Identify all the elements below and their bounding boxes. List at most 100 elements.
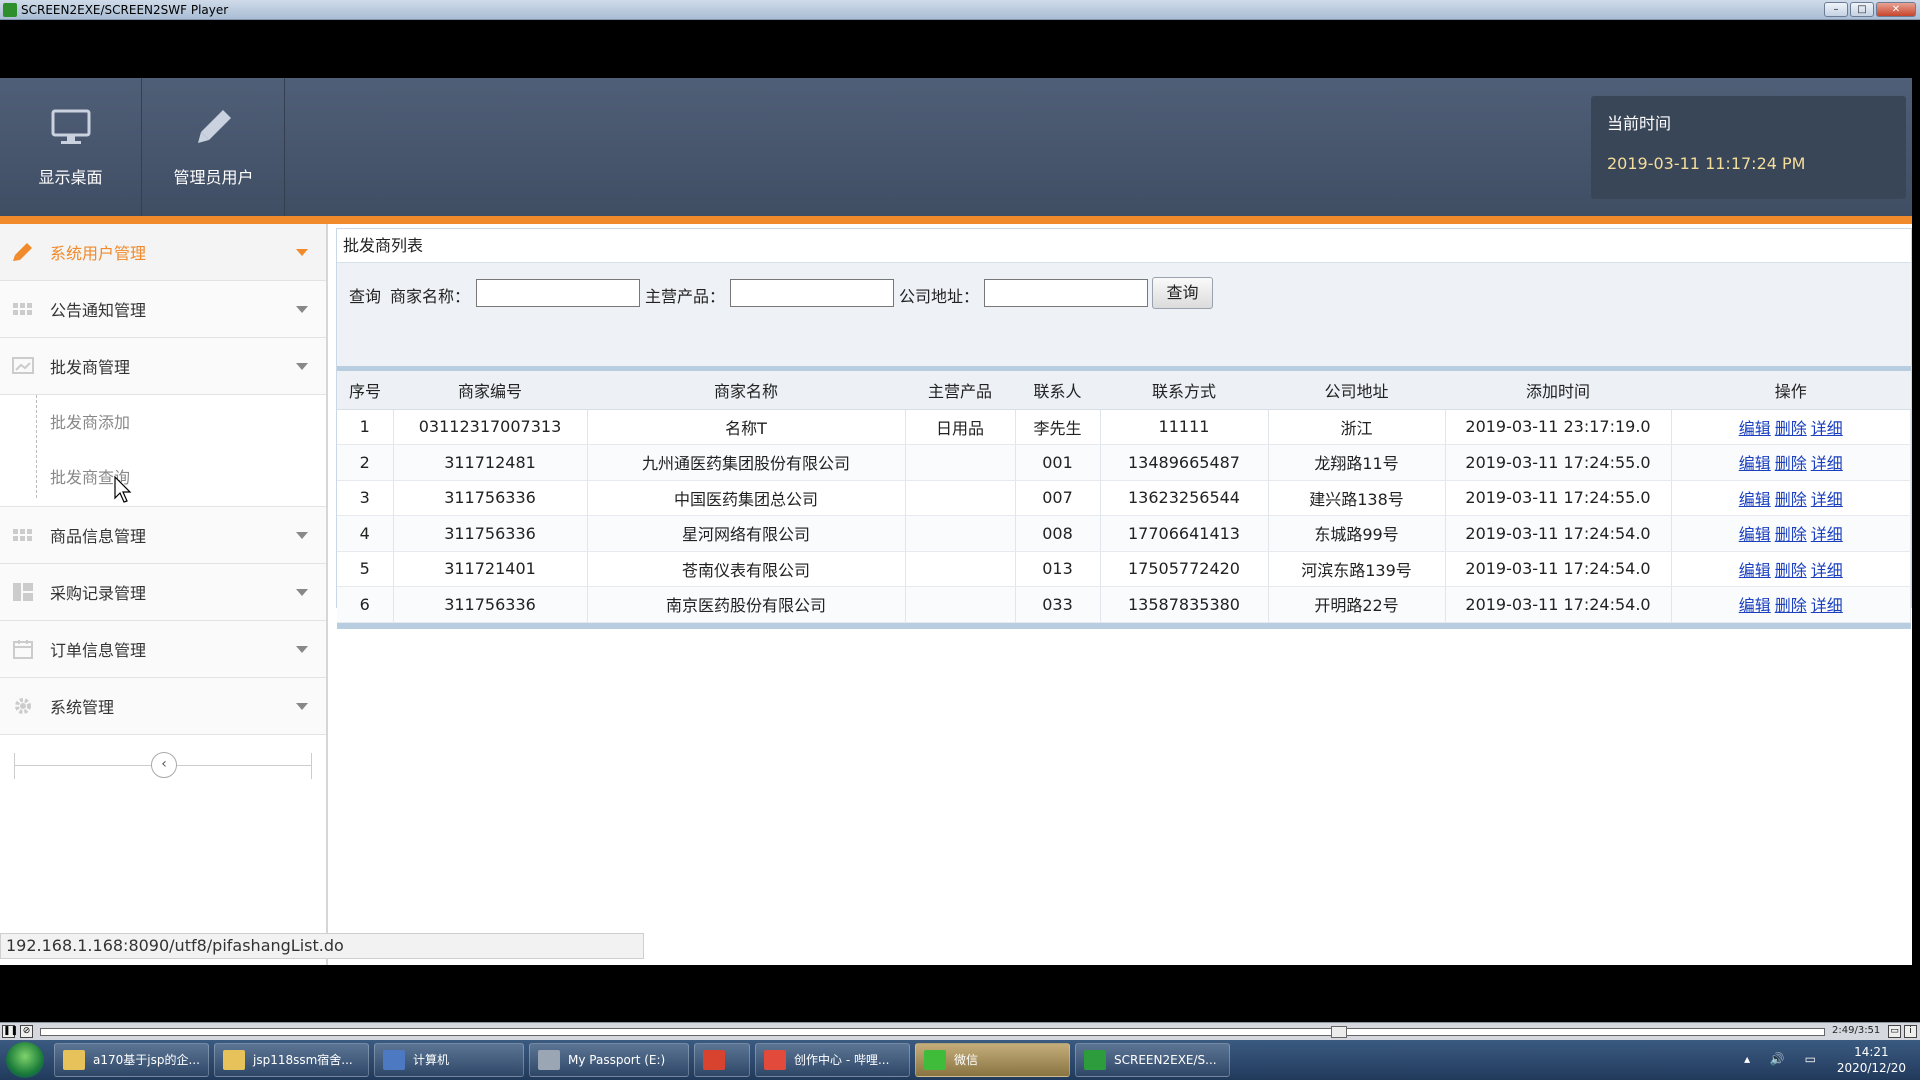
- detail-link[interactable]: 详细: [1811, 454, 1843, 473]
- pause-button[interactable]: ❚❚: [2, 1025, 18, 1038]
- delete-link[interactable]: 删除: [1775, 561, 1807, 580]
- layout-icon: [13, 583, 33, 601]
- table-cell: [905, 480, 1016, 516]
- sidebar-item-wholesalers[interactable]: 批发商管理: [0, 338, 326, 395]
- table-cell: 建兴路138号: [1268, 480, 1446, 516]
- maximize-button[interactable]: □: [1850, 2, 1874, 17]
- wholesaler-list-panel: 批发商列表 查询 商家名称： 主营产品： 公司地址： 查询 序号 商家编号 商家…: [336, 228, 1912, 629]
- table-cell: 033: [1015, 586, 1101, 623]
- table-cell: 311756336: [393, 480, 588, 516]
- sidebar-item-label: 采购记录管理: [50, 584, 147, 603]
- delete-link[interactable]: 删除: [1775, 419, 1807, 438]
- edit-link[interactable]: 编辑: [1739, 561, 1771, 580]
- taskbar-item[interactable]: 微信: [915, 1043, 1070, 1077]
- chevron-down-icon: [296, 363, 308, 370]
- table-cell: 008: [1015, 515, 1101, 552]
- table-cell: 4: [337, 515, 394, 552]
- detail-link[interactable]: 详细: [1811, 561, 1843, 580]
- show-desktop-button[interactable]: 显示桌面: [0, 78, 142, 216]
- main-product-input[interactable]: [730, 279, 894, 307]
- delete-link[interactable]: 删除: [1775, 525, 1807, 544]
- player-logo-icon: [3, 3, 17, 17]
- edit-link[interactable]: 编辑: [1739, 454, 1771, 473]
- taskbar-item[interactable]: a170基于jsp的企...: [54, 1043, 209, 1077]
- table-cell: 03112317007313: [393, 409, 588, 445]
- table-footer-bar: [337, 622, 1911, 629]
- image-icon: [12, 357, 34, 374]
- taskbar-item[interactable]: [694, 1043, 750, 1077]
- app-icon: [924, 1050, 946, 1070]
- delete-link[interactable]: 删除: [1775, 596, 1807, 615]
- table-row: 2 311712481 九州通医药集团股份有限公司 001 13489665487 龙翔路…: [337, 444, 1911, 481]
- detail-link[interactable]: 详细: [1811, 525, 1843, 544]
- detail-link[interactable]: 详细: [1811, 596, 1843, 615]
- search-button[interactable]: 查询: [1152, 277, 1213, 309]
- chevron-down-icon: [296, 249, 308, 256]
- status-url: 192.168.1.168:8090/utf8/pifashangList.do: [0, 933, 644, 959]
- clock[interactable]: 14:21 2020/12/20: [1837, 1044, 1906, 1076]
- sidebar-item-orders[interactable]: 订单信息管理: [0, 621, 326, 678]
- show-desktop-label: 显示桌面: [38, 168, 103, 187]
- table-actions-cell: 编辑 删除 详细: [1671, 444, 1911, 481]
- table-cell: [905, 551, 1016, 587]
- detail-link[interactable]: 详细: [1811, 419, 1843, 438]
- delete-link[interactable]: 删除: [1775, 454, 1807, 473]
- company-address-input[interactable]: [984, 279, 1148, 307]
- submenu-item-add-wholesaler[interactable]: 批发商添加: [36, 395, 326, 450]
- tray-icons[interactable]: ▴ 🔊 ▭: [1744, 1052, 1824, 1066]
- edit-link[interactable]: 编辑: [1739, 419, 1771, 438]
- submenu-item-query-wholesaler[interactable]: 批发商查询: [36, 450, 326, 505]
- monitor-icon: [51, 109, 90, 144]
- app-icon: [63, 1050, 85, 1070]
- sidebar-item-system[interactable]: 系统管理: [0, 678, 326, 735]
- gear-icon: [15, 698, 31, 714]
- chevron-down-icon: [296, 532, 308, 539]
- taskbar-item-label: jsp118ssm宿舍...: [253, 1053, 353, 1067]
- close-button[interactable]: ✕: [1876, 2, 1916, 17]
- delete-link[interactable]: 删除: [1775, 490, 1807, 509]
- start-button[interactable]: [6, 1042, 44, 1078]
- app-icon: [764, 1050, 786, 1070]
- detail-link[interactable]: 详细: [1811, 490, 1843, 509]
- fullscreen-button[interactable]: ▭: [1888, 1025, 1901, 1038]
- minimize-button[interactable]: –: [1824, 2, 1848, 17]
- column-header: 商家名称: [587, 371, 905, 410]
- taskbar: a170基于jsp的企... jsp118ssm宿舍... 计算机 My Passpo…: [0, 1040, 1920, 1080]
- sidebar-item-products[interactable]: 商品信息管理: [0, 507, 326, 564]
- seek-thumb[interactable]: [1331, 1026, 1347, 1038]
- column-header: 联系人: [1015, 371, 1100, 410]
- merchant-name-input[interactable]: [476, 279, 640, 307]
- taskbar-item[interactable]: jsp118ssm宿舍...: [214, 1043, 369, 1077]
- mouse-cursor-icon: [114, 476, 132, 503]
- edit-link[interactable]: 编辑: [1739, 525, 1771, 544]
- table-cell: 3: [337, 480, 394, 516]
- table-cell: 13489665487: [1100, 444, 1269, 481]
- table-header-row: 序号 商家编号 商家名称 主营产品 联系人 联系方式 公司地址 添加时间 操作: [337, 371, 1911, 410]
- taskbar-item[interactable]: SCREEN2EXE/S...: [1075, 1043, 1230, 1077]
- main-product-label: 主营产品：: [645, 287, 726, 306]
- edit-link[interactable]: 编辑: [1739, 596, 1771, 615]
- panel-title: 批发商列表: [337, 229, 1911, 263]
- seek-bar[interactable]: [40, 1026, 1825, 1038]
- player-window: SCREEN2EXE/SCREEN2SWF Player – □ ✕ 显示桌面: [0, 0, 1920, 1080]
- sidebar-collapse-button[interactable]: ‹: [151, 752, 177, 778]
- edit-link[interactable]: 编辑: [1739, 490, 1771, 509]
- sidebar-item-label: 公告通知管理: [50, 301, 147, 320]
- table-cell: 李先生: [1015, 409, 1101, 445]
- sidebar-item-purchases[interactable]: 采购记录管理: [0, 564, 326, 621]
- current-time-label: 当前时间: [1607, 114, 1672, 133]
- sidebar-item-notices[interactable]: 公告通知管理: [0, 281, 326, 338]
- table-actions-cell: 编辑 删除 详细: [1671, 586, 1911, 623]
- taskbar-item[interactable]: 创作中心 - 哔哩...: [755, 1043, 910, 1077]
- pencil-icon: [13, 243, 32, 261]
- app-icon: [223, 1050, 245, 1070]
- table-cell: 东城路99号: [1268, 515, 1446, 552]
- stop-button[interactable]: ⊘: [20, 1025, 33, 1038]
- sidebar-item-system-users[interactable]: 系统用户管理: [0, 224, 326, 281]
- column-header: 商家编号: [393, 371, 587, 410]
- taskbar-item[interactable]: 计算机: [374, 1043, 524, 1077]
- table-row: 3 311756336 中国医药集团总公司 007 13623256544 建兴路138号…: [337, 480, 1911, 516]
- admin-user-button[interactable]: 管理员用户: [143, 78, 285, 216]
- info-button[interactable]: i: [1904, 1025, 1917, 1038]
- taskbar-item[interactable]: My Passport (E:): [529, 1043, 689, 1077]
